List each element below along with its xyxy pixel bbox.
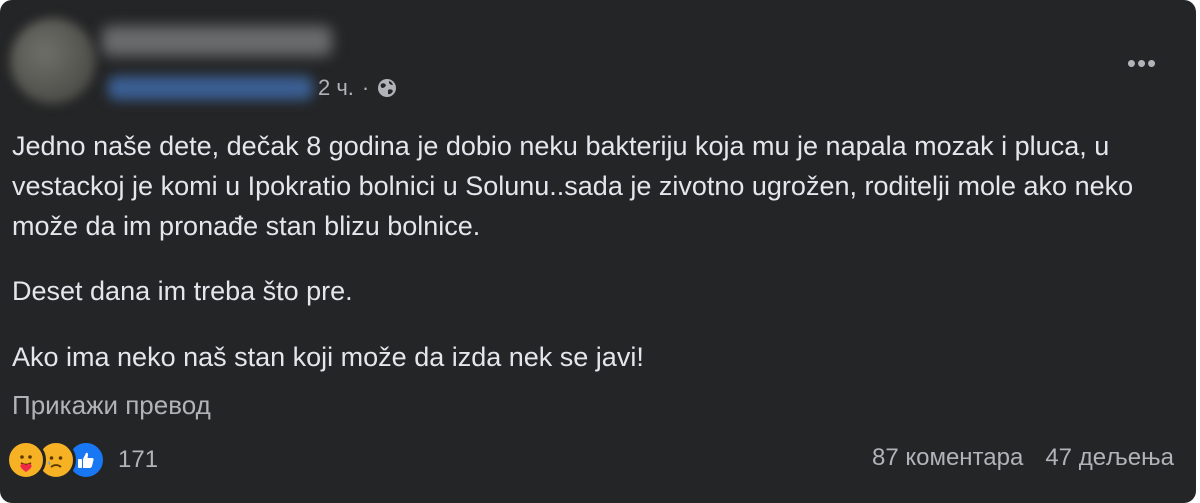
post-paragraph-1: Jedno naše dete, dečak 8 godina je dobio… [12, 131, 1134, 241]
reactions-count: 171 [118, 446, 159, 473]
more-options-icon[interactable]: ••• [1122, 48, 1162, 78]
facebook-post: 2 ч. · ••• Jedno naše dete, dečak 8 godi… [0, 0, 1196, 503]
reactions-summary[interactable]: 171 [6, 438, 158, 482]
post-paragraph-2: Deset dana im treba što pre. [12, 276, 353, 306]
see-translation-link[interactable]: Прикажи превод [12, 390, 211, 421]
globe-icon [377, 78, 397, 98]
post-paragraph-3: Ako ima neko naš stan koji može da izda … [12, 342, 644, 372]
post-footer: 171 87 коментара 47 дељења [0, 436, 1196, 484]
meta-separator: · [361, 75, 370, 100]
care-reaction-icon [6, 440, 46, 480]
comments-count-link[interactable]: 87 коментара [872, 444, 1023, 472]
post-stats: 87 коментара 47 дељења [872, 444, 1174, 472]
author-avatar-redacted[interactable] [10, 18, 96, 104]
shares-count-link[interactable]: 47 дељења [1045, 444, 1174, 472]
author-name-redacted[interactable] [102, 26, 332, 56]
post-time[interactable]: 2 ч. [318, 75, 354, 101]
author-subtitle-redacted [108, 76, 313, 100]
post-body: Jedno naše dete, dečak 8 godina je dobio… [12, 126, 1172, 377]
post-meta: 2 ч. · [318, 74, 397, 102]
